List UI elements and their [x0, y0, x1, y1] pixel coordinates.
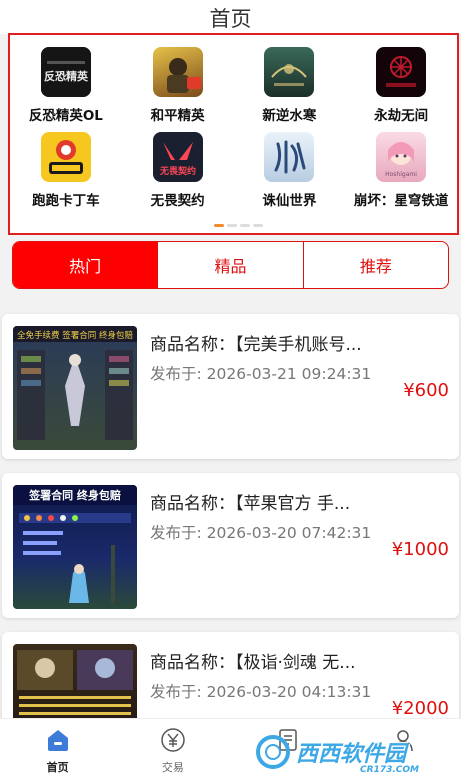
zhuxian-icon	[264, 132, 315, 182]
listing-banner: 全免手续费 签署合同 终身包赔	[17, 330, 133, 341]
game-name: 永劫无间	[374, 108, 429, 124]
honkai-star-rail-icon: Hoshigami	[376, 132, 427, 182]
kart-rider-icon	[40, 132, 91, 182]
listing-price: ¥2000	[391, 698, 449, 719]
game-name: 跑跑卡丁车	[32, 193, 100, 209]
game-item-zhuxian[interactable]: 诛仙世界	[234, 132, 346, 209]
carousel-dot	[240, 224, 250, 227]
game-item-kartrider[interactable]: 跑跑卡丁车	[10, 132, 122, 209]
yen-coin-icon	[160, 727, 186, 753]
csol-icon-label: 反恐精英	[44, 69, 89, 83]
game-grid: 反恐精英 反恐精英OL 和平精英 新逆水寒 永劫无间 跑跑卡丁车 无畏契约 无畏…	[10, 47, 457, 209]
tab-hot[interactable]: 热门	[13, 242, 158, 288]
nav-label: 首页	[46, 761, 69, 774]
listing-thumbnail: 全免手续费 签署合同 终身包赔	[13, 326, 137, 450]
game-item-peace-elite[interactable]: 和平精英	[122, 47, 234, 124]
carousel-dot-active	[214, 224, 224, 227]
game-item-naraka[interactable]: 永劫无间	[345, 47, 457, 124]
counter-strike-icon: 反恐精英	[40, 47, 91, 97]
valorant-icon-label: 无畏契约	[159, 165, 196, 177]
listing-price: ¥600	[403, 380, 449, 401]
tab-recommended[interactable]: 推荐	[302, 242, 448, 288]
listing-date: 发布于: 2026-03-20 07:42:31	[150, 524, 372, 542]
game-category-panel: 反恐精英 反恐精英OL 和平精英 新逆水寒 永劫无间 跑跑卡丁车 无畏契约 无畏…	[8, 33, 459, 235]
game-name: 反恐精英OL	[28, 108, 103, 124]
listing-card[interactable]: 全免手续费 签署合同 终身包赔 商品名称：【完美手机账号... 发布于: 202…	[2, 314, 459, 459]
listing-date: 发布于: 2026-03-20 04:13:31	[150, 683, 372, 701]
star-rail-icon-label: Hoshigami	[385, 171, 417, 178]
game-item-star-rail[interactable]: Hoshigami 崩坏：星穹铁道	[345, 132, 457, 209]
site-watermark: 西西软件园 CR173.COM	[256, 727, 441, 777]
ni-shui-han-icon	[264, 47, 315, 97]
nav-label: 交易	[161, 761, 184, 774]
watermark-text: 西西软件园	[296, 742, 407, 767]
carousel-dot	[253, 224, 263, 227]
game-item-valorant[interactable]: 无畏契约 无畏契约	[122, 132, 234, 209]
carousel-dot	[227, 224, 237, 227]
category-tabs: 热门 精品 推荐	[12, 241, 449, 289]
listing-name: 商品名称：【完美手机账号...	[150, 335, 362, 355]
game-for-peace-icon	[152, 47, 203, 97]
game-item-csol[interactable]: 反恐精英 反恐精英OL	[10, 47, 122, 124]
game-name: 新逆水寒	[262, 108, 317, 124]
listing-thumbnail: 签署合同 终身包赔	[13, 485, 137, 609]
carousel-indicator	[214, 224, 263, 227]
home-icon	[45, 727, 71, 753]
listing-card[interactable]: 签署合同 终身包赔 商品名称：【苹果官方 手... 发布于: 2026-03-2…	[2, 473, 459, 618]
naraka-icon	[376, 47, 427, 97]
watermark-logo-icon	[256, 735, 290, 769]
nav-trade[interactable]: 交易	[115, 719, 230, 783]
page-header: 首页	[0, 0, 461, 34]
listing-price: ¥1000	[391, 539, 449, 560]
game-name: 无畏契约	[150, 193, 205, 209]
watermark-subtext: CR173.COM	[360, 765, 419, 775]
valorant-icon: 无畏契约	[152, 132, 203, 182]
game-item-nishuihan[interactable]: 新逆水寒	[234, 47, 346, 124]
listing-banner: 签署合同 终身包赔	[28, 488, 121, 502]
listing-name: 商品名称：【极诣·剑魂 无...	[150, 653, 356, 673]
tab-premium[interactable]: 精品	[157, 242, 302, 288]
nav-home[interactable]: 首页	[0, 719, 115, 783]
game-name: 和平精英	[150, 108, 205, 124]
game-name: 诛仙世界	[262, 193, 317, 209]
listing-name: 商品名称：【苹果官方 手...	[150, 494, 351, 514]
game-name: 崩坏：星穹铁道	[353, 193, 449, 209]
listing-date: 发布于: 2026-03-21 09:24:31	[150, 365, 372, 383]
